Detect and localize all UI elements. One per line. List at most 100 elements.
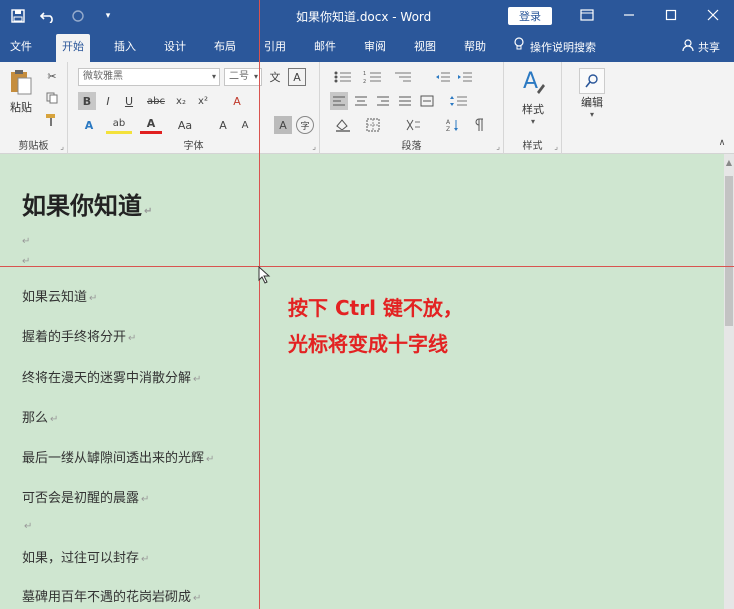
- document-line[interactable]: 最后一缕从罅隙间透出来的光辉 ↵: [22, 447, 214, 466]
- styles-button[interactable]: A 样式 ▾: [512, 68, 554, 126]
- clipboard-launcher-icon[interactable]: ⌟: [60, 142, 64, 151]
- tab-layout[interactable]: 布局: [208, 34, 242, 62]
- highlight-button[interactable]: ab: [106, 116, 132, 134]
- document-line[interactable]: 那么 ↵: [22, 407, 58, 426]
- sort-icon[interactable]: AZ: [444, 116, 462, 134]
- align-right-icon[interactable]: [374, 92, 392, 110]
- document-line[interactable]: ↵: [22, 518, 32, 533]
- copy-icon[interactable]: [44, 90, 60, 106]
- editing-button-label: 编辑: [581, 96, 603, 109]
- paragraph-mark-icon: ↵: [24, 521, 33, 532]
- scroll-up-icon[interactable]: ▲: [724, 158, 734, 170]
- align-left-icon[interactable]: [330, 92, 348, 110]
- share-label: 共享: [698, 41, 720, 54]
- font-name-combo[interactable]: 微软雅黑 ▾: [78, 68, 220, 86]
- document-line[interactable]: 握着的手终将分开 ↵: [22, 326, 136, 345]
- distributed-icon[interactable]: [418, 92, 436, 110]
- tab-help[interactable]: 帮助: [458, 34, 492, 62]
- shading-icon[interactable]: [330, 116, 356, 134]
- change-case-button[interactable]: Aa: [172, 116, 198, 134]
- paragraph-mark-icon: ↵: [128, 333, 137, 344]
- ribbon-display-options-icon[interactable]: [566, 0, 608, 30]
- numbering-icon[interactable]: 12: [360, 68, 386, 86]
- underline-button[interactable]: U: [118, 92, 140, 110]
- shrink-font-button[interactable]: A: [236, 116, 254, 134]
- bullets-icon[interactable]: [330, 68, 356, 86]
- svg-text:A: A: [523, 69, 538, 94]
- character-shading-button[interactable]: A: [274, 116, 292, 134]
- document-heading[interactable]: 如果你知道 ↵: [22, 186, 152, 221]
- redo-icon[interactable]: [68, 6, 88, 26]
- login-button[interactable]: 登录: [508, 7, 552, 25]
- tab-home[interactable]: 开始: [56, 34, 90, 62]
- tab-design[interactable]: 设计: [158, 34, 192, 62]
- minimize-icon[interactable]: [608, 0, 650, 30]
- styles-launcher-icon[interactable]: ⌟: [554, 142, 558, 151]
- annotation-line-2: 光标将变成十字线: [288, 332, 448, 356]
- ribbon: 粘贴 ✂ 剪贴板 ⌟ 微软雅黑 ▾ 二号 ▾ 文 A B I U abc x₂ …: [0, 62, 734, 154]
- clear-formatting-button[interactable]: A: [228, 92, 246, 110]
- document-line[interactable]: 如果，过往可以封存 ↵: [22, 547, 149, 566]
- title-bar: ▾ 如果你知道.docx - Word 登录: [0, 0, 734, 34]
- italic-button[interactable]: I: [100, 92, 116, 110]
- cut-icon[interactable]: ✂: [44, 68, 60, 84]
- styles-group-label: 样式: [522, 141, 543, 152]
- close-icon[interactable]: [692, 0, 734, 30]
- document-line[interactable]: 墓碑用百年不遇的花岗岩砌成 ↵: [22, 586, 201, 605]
- paste-button[interactable]: 粘贴: [6, 68, 36, 115]
- maximize-icon[interactable]: [650, 0, 692, 30]
- font-size-value: 二号: [229, 71, 249, 82]
- svg-text:1: 1: [363, 71, 366, 77]
- save-icon[interactable]: [8, 6, 28, 26]
- tell-me-search[interactable]: 操作说明搜索: [514, 34, 596, 62]
- tab-file[interactable]: 文件: [4, 34, 38, 62]
- borders-icon[interactable]: [360, 116, 386, 134]
- paragraph-mark-icon: ↵: [22, 236, 31, 247]
- tab-insert[interactable]: 插入: [108, 34, 142, 62]
- tab-mailings[interactable]: 邮件: [308, 34, 342, 62]
- svg-text:A: A: [446, 119, 451, 126]
- crosshair-horizontal-line: [0, 266, 734, 267]
- align-center-icon[interactable]: [352, 92, 370, 110]
- subscript-button[interactable]: x₂: [172, 92, 190, 110]
- font-group-label: 字体: [183, 141, 204, 152]
- chinese-layout-icon[interactable]: [400, 116, 426, 134]
- paragraph-group-label: 段落: [401, 141, 422, 152]
- superscript-button[interactable]: x²: [194, 92, 212, 110]
- paragraph-mark-icon: ↵: [193, 593, 202, 604]
- format-painter-icon[interactable]: [44, 112, 60, 128]
- text-effects-button[interactable]: A: [78, 116, 100, 134]
- tab-references[interactable]: 引用: [258, 34, 292, 62]
- show-marks-icon[interactable]: [470, 116, 488, 134]
- bold-button[interactable]: B: [78, 92, 96, 110]
- enclose-characters-button[interactable]: 字: [296, 116, 314, 134]
- tab-view[interactable]: 视图: [408, 34, 442, 62]
- paragraph-group: 12 A Z 段落 ⌟: [320, 62, 504, 154]
- paragraph-mark-icon: ↵: [50, 414, 59, 425]
- grow-font-button[interactable]: A: [214, 116, 232, 134]
- font-launcher-icon[interactable]: ⌟: [312, 142, 316, 151]
- document-line[interactable]: 可否会是初醒的晨露 ↵: [22, 487, 149, 506]
- styles-group: A 样式 ▾ 样式 ⌟: [504, 62, 562, 154]
- tab-review[interactable]: 审阅: [358, 34, 392, 62]
- editing-button[interactable]: 编辑 ▾: [572, 68, 612, 119]
- phonetic-guide-button[interactable]: 文: [266, 68, 284, 86]
- scrollbar-thumb[interactable]: [725, 176, 733, 326]
- paragraph-launcher-icon[interactable]: ⌟: [496, 142, 500, 151]
- font-size-combo[interactable]: 二号 ▾: [224, 68, 262, 86]
- collapse-ribbon-icon[interactable]: ∧: [714, 136, 730, 150]
- multilevel-list-icon[interactable]: [390, 68, 416, 86]
- document-line[interactable]: 终将在漫天的迷雾中消散分解 ↵: [22, 367, 201, 386]
- font-color-button[interactable]: A: [140, 116, 162, 134]
- strikethrough-button[interactable]: abc: [144, 92, 168, 110]
- crosshair-vertical-line: [259, 0, 260, 609]
- line-spacing-icon[interactable]: [446, 92, 472, 110]
- increase-indent-icon[interactable]: [456, 68, 474, 86]
- customize-qat-icon[interactable]: ▾: [98, 6, 118, 26]
- character-border-button[interactable]: A: [288, 68, 306, 86]
- undo-icon[interactable]: [38, 6, 58, 26]
- share-button[interactable]: 共享: [682, 34, 720, 62]
- justify-icon[interactable]: [396, 92, 414, 110]
- document-line[interactable]: 如果云知道 ↵: [22, 286, 97, 305]
- decrease-indent-icon[interactable]: [434, 68, 452, 86]
